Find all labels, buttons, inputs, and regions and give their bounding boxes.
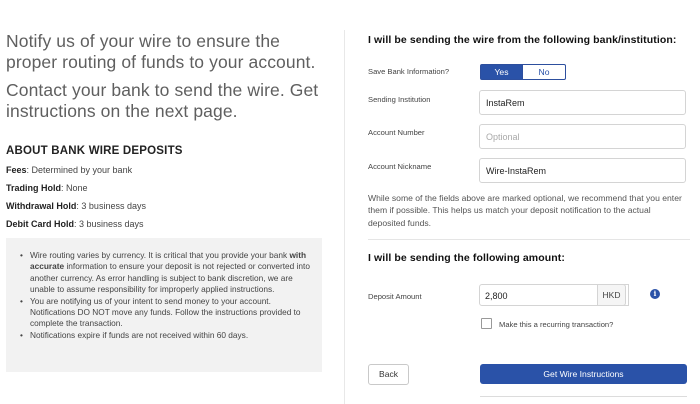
info-column: Notify us of your wire to ensure the pro… (6, 0, 328, 404)
recurring-label: Make this a recurring transaction? (499, 320, 614, 329)
recurring-checkbox[interactable] (481, 318, 492, 329)
section-divider (368, 239, 690, 240)
amount-section-title: I will be sending the following amount: (368, 252, 565, 264)
detail-withdrawal-hold-label: Withdrawal Hold (6, 201, 77, 211)
detail-fees-value: : Determined by your bank (26, 165, 133, 175)
notice-routing-pre: Wire routing varies by currency. It is c… (30, 250, 290, 260)
info-icon[interactable]: i (650, 289, 660, 299)
notice-item-intent: You are notifying us of your intent to s… (20, 296, 312, 330)
detail-fees-label: Fees (6, 165, 27, 175)
detail-withdrawal-hold: Withdrawal Hold: 3 business days (6, 202, 328, 211)
detail-debit-card-hold-label: Debit Card Hold (6, 219, 75, 229)
intro-text: Notify us of your wire to ensure the pro… (6, 31, 316, 72)
save-bank-label: Save Bank Information? (368, 67, 450, 76)
bottom-rule (480, 396, 687, 397)
sending-institution-label: Sending Institution (368, 95, 431, 104)
currency-addon: HKD (597, 284, 626, 306)
notice-list: Wire routing varies by currency. It is c… (20, 250, 312, 342)
detail-trading-hold: Trading Hold: None (6, 184, 328, 193)
wire-notice-panel: Wire routing varies by currency. It is c… (6, 238, 322, 372)
detail-debit-card-hold: Debit Card Hold: 3 business days (6, 220, 328, 229)
save-bank-toggle: Yes No (480, 64, 566, 80)
account-number-label: Account Number (368, 128, 425, 137)
get-wire-instructions-button[interactable]: Get Wire Instructions (480, 364, 687, 384)
notice-item-routing: Wire routing varies by currency. It is c… (20, 250, 312, 296)
about-title: ABOUT BANK WIRE DEPOSITS (6, 145, 183, 157)
deposit-amount-label: Deposit Amount (368, 292, 422, 301)
save-bank-no-button[interactable]: No (523, 64, 566, 80)
account-nickname-input[interactable]: Wire-InstaRem (479, 158, 686, 183)
bank-section-title: I will be sending the wire from the foll… (368, 34, 677, 46)
notice-item-expiry: Notifications expire if funds are not re… (20, 330, 312, 342)
detail-fees: Fees: Determined by your bank (6, 166, 328, 175)
detail-withdrawal-hold-value: : 3 business days (76, 201, 146, 211)
account-number-input[interactable]: Optional (479, 124, 686, 149)
wire-form: I will be sending the wire from the foll… (368, 0, 690, 404)
column-divider (344, 30, 345, 404)
detail-trading-hold-label: Trading Hold (6, 183, 61, 193)
detail-debit-card-hold-value: : 3 business days (74, 219, 144, 229)
back-button[interactable]: Back (368, 364, 409, 385)
notice-routing-post: information to ensure your deposit is no… (30, 261, 310, 295)
save-bank-yes-button[interactable]: Yes (480, 64, 523, 80)
optional-fields-note: While some of the fields above are marke… (368, 193, 682, 228)
account-nickname-label: Account Nickname (368, 162, 432, 171)
detail-trading-hold-value: : None (61, 183, 88, 193)
sending-institution-input[interactable]: InstaRem (479, 90, 686, 115)
intro-instructions: Contact your bank to send the wire. Get … (6, 80, 319, 121)
